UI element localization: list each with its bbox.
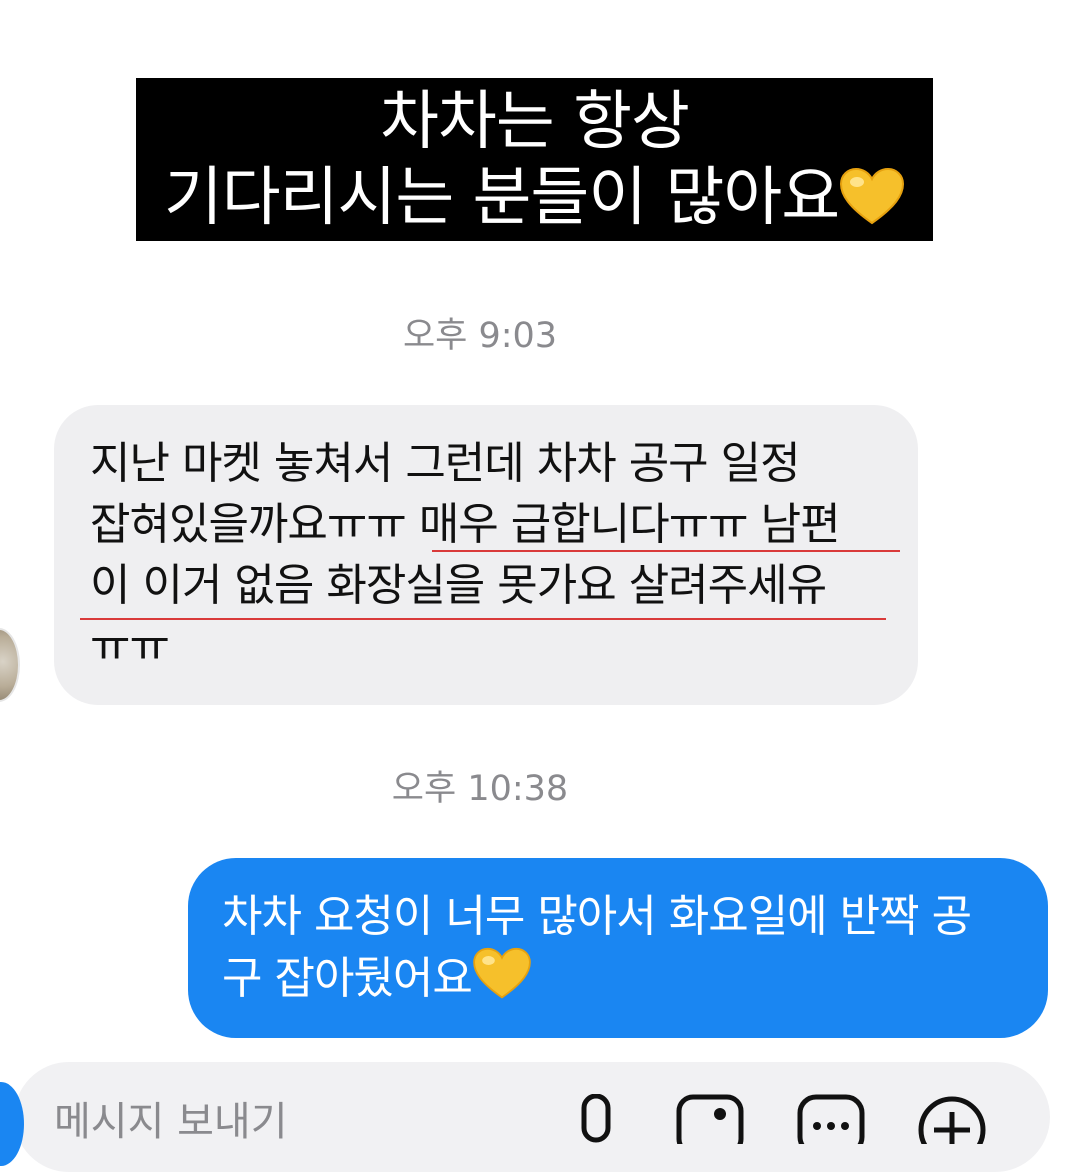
yellow-heart-icon (472, 947, 532, 1017)
timestamp: 오후 9:03 (402, 316, 558, 356)
sender-avatar[interactable] (0, 628, 20, 702)
red-underline-annotation (80, 618, 886, 620)
message-line: 이 이거 없음 화장실을 못가요 살려주세유 (90, 560, 827, 611)
message-line: ㅠㅠ (90, 621, 170, 672)
timestamp: 오후 10:38 (391, 769, 569, 809)
message-line-text: 구 잡아뒀어요 (222, 953, 473, 1004)
plus-icon[interactable] (916, 1094, 988, 1164)
yellow-heart-icon (839, 167, 905, 244)
caption-line-2: 기다리시는 분들이 많아요 (136, 160, 933, 244)
message-line-with-emoji: 구 잡아뒀어요 (222, 947, 1028, 1017)
caption-line-2-text: 기다리시는 분들이 많아요 (163, 161, 840, 235)
microphone-icon[interactable] (568, 1093, 624, 1148)
gallery-icon[interactable] (676, 1094, 744, 1156)
message-line: 잡혀있을까요ㅠㅠ 매우 급합니다ㅠㅠ 남편 (90, 499, 841, 550)
outgoing-message-bubble[interactable]: 차차 요청이 너무 많아서 화요일에 반짝 공 구 잡아뒀어요 (188, 858, 1048, 1038)
red-underline-annotation (432, 550, 900, 552)
message-line: 지난 마켓 놓쳐서 그런데 차차 공구 일정 (90, 438, 801, 489)
sticker-icon[interactable] (797, 1094, 865, 1156)
message-input[interactable]: 메시지 보내기 (54, 1098, 288, 1146)
incoming-message-bubble[interactable]: 지난 마켓 놓쳐서 그런데 차차 공구 일정 잡혀있을까요ㅠㅠ 매우 급합니다ㅠ… (54, 405, 918, 705)
caption-overlay: 차차는 항상 기다리시는 분들이 많아요 (136, 78, 933, 241)
caption-line-1: 차차는 항상 (380, 85, 690, 159)
message-line: 차차 요청이 너무 많아서 화요일에 반짝 공 (222, 891, 972, 942)
